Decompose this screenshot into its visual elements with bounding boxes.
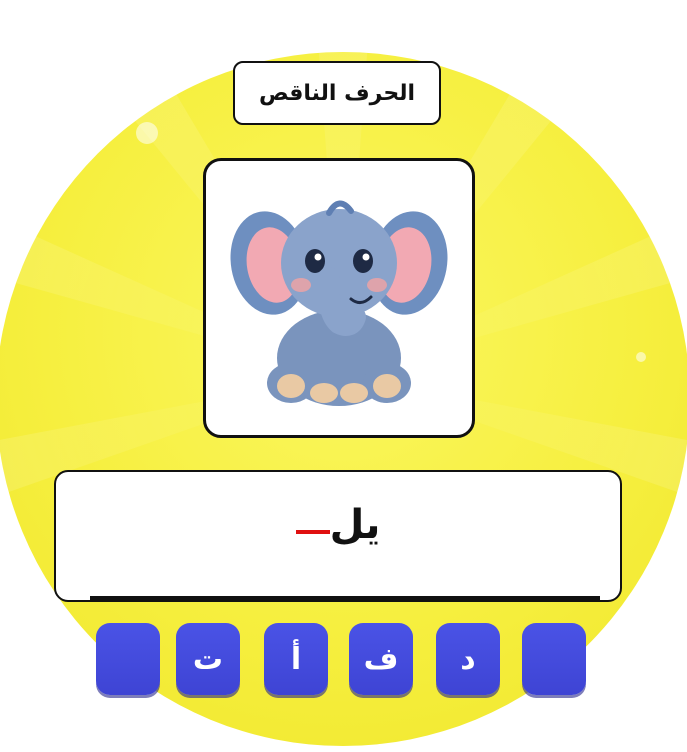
letter-choice[interactable]: ت: [176, 623, 240, 695]
incomplete-word: يل: [56, 502, 620, 548]
letter-choice[interactable]: ف: [349, 623, 413, 695]
sparkle: [636, 352, 646, 362]
letter-choices: ت أ ف د: [0, 623, 687, 703]
game-title-text: الحرف الناقص: [258, 80, 416, 106]
missing-letter-blank: [295, 530, 330, 534]
letter-choice[interactable]: أ: [264, 623, 328, 695]
game-title: الحرف الناقص: [233, 61, 441, 125]
letter-choice[interactable]: [96, 623, 160, 695]
word-letters: يل: [329, 502, 381, 548]
sparkle: [136, 122, 158, 144]
picture-card: [203, 158, 475, 438]
word-panel-divider: [90, 596, 600, 600]
elephant-illustration: [230, 200, 448, 406]
letter-choice[interactable]: د: [436, 623, 500, 695]
word-panel: يل: [54, 470, 622, 602]
letter-choice[interactable]: [522, 623, 586, 695]
